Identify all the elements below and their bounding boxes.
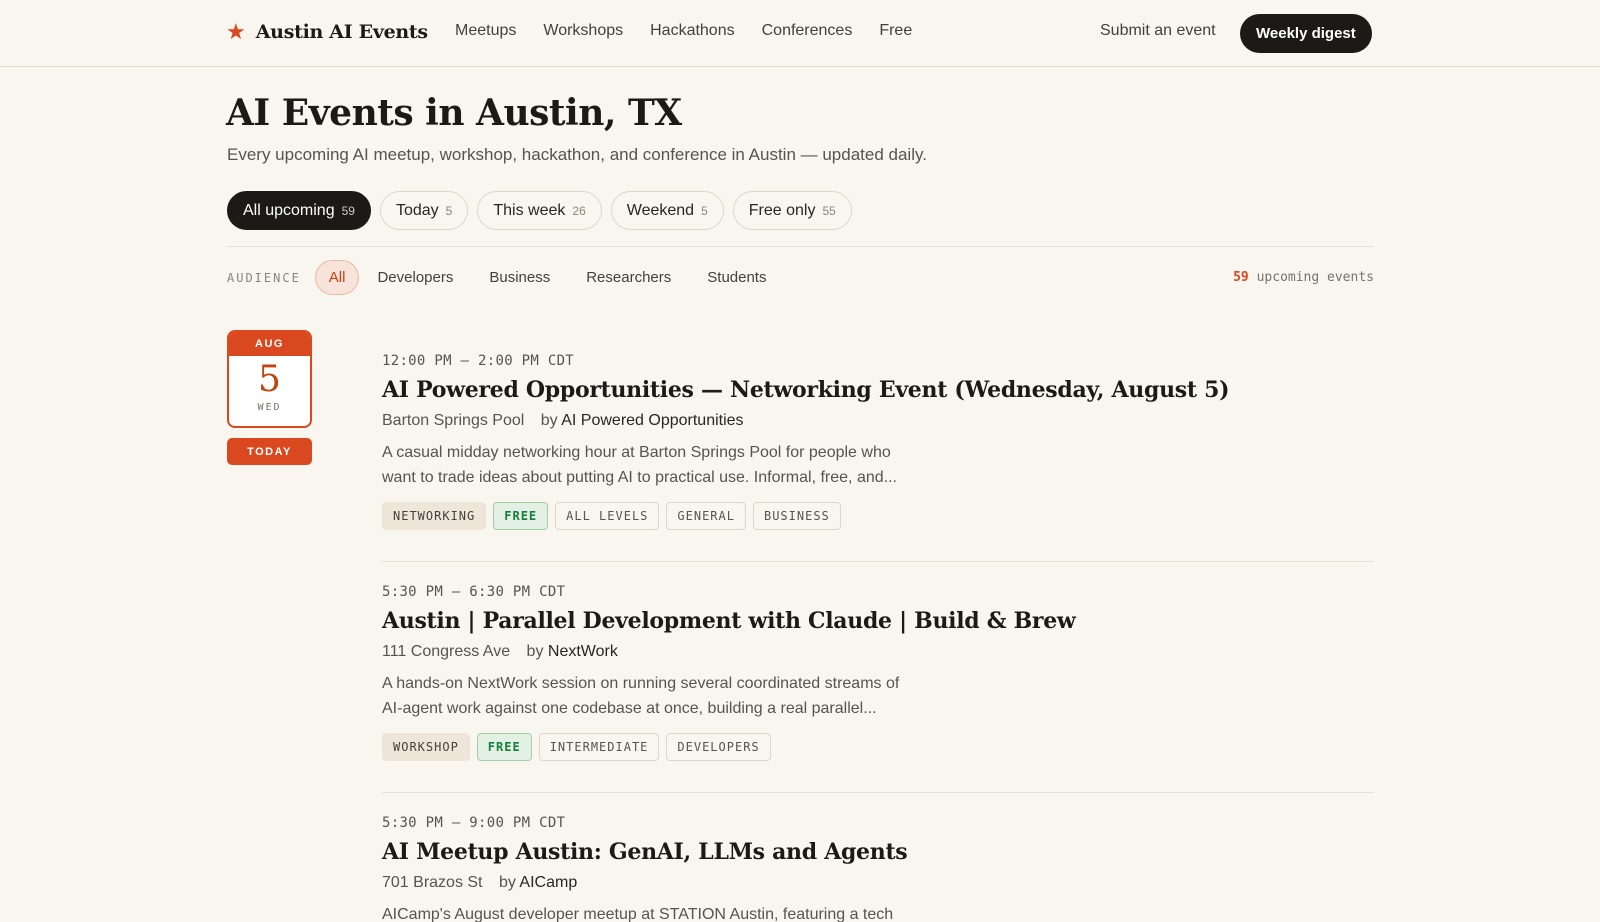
- tag-level: ALL LEVELS: [555, 502, 660, 530]
- nav-meetups[interactable]: Meetups: [455, 22, 516, 40]
- star-icon: ★: [226, 19, 246, 44]
- upcoming-count: 59 upcoming events: [1233, 270, 1374, 285]
- event-card[interactable]: 5:30 PM – 6:30 PM CDT Austin | Parallel …: [382, 584, 1374, 761]
- event-by: by: [498, 874, 516, 891]
- event-description-line: AICamp's August developer meetup at STAT…: [382, 906, 894, 922]
- page-title: AI Events in Austin, TX: [226, 92, 682, 134]
- audience-all[interactable]: All: [314, 260, 360, 295]
- filter-label: Free only: [748, 201, 816, 219]
- event-description: AICamp's August developer meetup at STAT…: [382, 902, 962, 922]
- audience-students[interactable]: Students: [689, 260, 784, 295]
- brand-name: Austin AI Events: [255, 21, 428, 43]
- nav-hackathons[interactable]: Hackathons: [650, 22, 735, 40]
- event-card[interactable]: 12:00 PM – 2:00 PM CDT AI Powered Opport…: [382, 353, 1374, 530]
- date-month: AUG: [229, 332, 310, 356]
- date-day: 5: [258, 359, 281, 400]
- filter-label: This week: [493, 201, 566, 219]
- time-filter-group: All upcoming 59 Today 5 This week 26 Wee…: [227, 191, 852, 230]
- submit-event-link[interactable]: Submit an event: [1100, 22, 1216, 40]
- filter-count: 5: [445, 203, 453, 218]
- event-title[interactable]: AI Meetup Austin: GenAI, LLMs and Agents: [382, 839, 1374, 865]
- page-subtitle: Every upcoming AI meetup, workshop, hack…: [227, 145, 927, 164]
- event-divider: [382, 792, 1374, 793]
- event-description-line: A casual midday networking hour at Barto…: [382, 444, 891, 461]
- event-venue: 701 Brazos St: [382, 874, 483, 891]
- tag-free: FREE: [493, 502, 549, 530]
- event-organizer: AI Powered Opportunities: [561, 412, 744, 429]
- brand-logo[interactable]: ★ Austin AI Events: [226, 20, 428, 44]
- section-divider: [227, 246, 1374, 247]
- audience-label: AUDIENCE: [227, 270, 301, 285]
- event-description-line: A hands-on NextWork session on running s…: [382, 675, 900, 692]
- event-description: A casual midday networking hour at Barto…: [382, 440, 962, 490]
- filter-today[interactable]: Today 5: [379, 191, 469, 230]
- audience-business[interactable]: Business: [471, 260, 568, 295]
- event-meta: 111 Congress Ave by NextWork: [382, 643, 1374, 661]
- event-title[interactable]: AI Powered Opportunities — Networking Ev…: [382, 377, 1374, 403]
- tag-free: FREE: [476, 733, 532, 761]
- event-time: 5:30 PM – 6:30 PM CDT: [382, 584, 566, 600]
- tag-audience: BUSINESS: [752, 502, 841, 530]
- event-meta: Barton Springs Pool by AI Powered Opport…: [382, 412, 1374, 430]
- filter-count: 59: [341, 203, 355, 218]
- date-weekday: WED: [257, 402, 282, 413]
- event-description: A hands-on NextWork session on running s…: [382, 671, 962, 721]
- event-divider: [382, 561, 1374, 562]
- event-venue: Barton Springs Pool: [382, 412, 525, 429]
- audience-researchers[interactable]: Researchers: [568, 260, 689, 295]
- filter-label: Today: [395, 201, 439, 219]
- nav-conferences[interactable]: Conferences: [762, 22, 853, 40]
- filter-count: 26: [572, 203, 586, 218]
- event-venue: 111 Congress Ave: [382, 643, 511, 660]
- event-time: 12:00 PM – 2:00 PM CDT: [382, 353, 575, 369]
- event-card[interactable]: 5:30 PM – 9:00 PM CDT AI Meetup Austin: …: [382, 815, 1374, 922]
- event-by: by: [540, 412, 558, 429]
- filter-count: 5: [701, 203, 708, 218]
- upcoming-count-suffix: upcoming events: [1256, 270, 1374, 285]
- upcoming-count-number: 59: [1233, 270, 1249, 285]
- event-organizer: AICamp: [519, 874, 578, 891]
- audience-filter: AUDIENCE All Developers Business Researc…: [227, 260, 784, 295]
- event-description-line: want to trade ideas about putting AI to …: [382, 469, 897, 486]
- weekly-digest-button[interactable]: Weekly digest: [1240, 14, 1372, 53]
- tag-topic: GENERAL: [666, 502, 746, 530]
- filter-weekend[interactable]: Weekend 5: [610, 191, 724, 230]
- filter-count: 55: [822, 203, 836, 218]
- today-badge: TODAY: [227, 438, 312, 465]
- event-meta: 701 Brazos St by AICamp: [382, 874, 1374, 892]
- audience-developers[interactable]: Developers: [359, 260, 471, 295]
- tag-event-type: WORKSHOP: [382, 733, 470, 761]
- filter-label: All upcoming: [243, 201, 335, 219]
- filter-free-only[interactable]: Free only 55: [732, 191, 852, 230]
- event-time: 5:30 PM – 9:00 PM CDT: [382, 815, 566, 831]
- tag-event-type: NETWORKING: [382, 502, 487, 530]
- filter-all-upcoming[interactable]: All upcoming 59: [227, 191, 371, 230]
- tag-level: INTERMEDIATE: [538, 733, 660, 761]
- site-header: ★ Austin AI Events Meetups Workshops Hac…: [0, 0, 1600, 67]
- event-description-line: AI-agent work against one codebase at on…: [382, 700, 877, 717]
- date-calendar-badge: AUG 5 WED: [227, 330, 312, 428]
- event-title[interactable]: Austin | Parallel Development with Claud…: [382, 608, 1374, 634]
- tag-audience: DEVELOPERS: [666, 733, 771, 761]
- filter-label: Weekend: [626, 201, 695, 219]
- event-tags: NETWORKING FREE ALL LEVELS GENERAL BUSIN…: [382, 502, 1374, 530]
- nav-workshops[interactable]: Workshops: [543, 22, 623, 40]
- main-nav: Meetups Workshops Hackathons Conferences…: [455, 22, 912, 40]
- filter-this-week[interactable]: This week 26: [477, 191, 602, 230]
- event-organizer: NextWork: [547, 643, 618, 660]
- event-by: by: [526, 643, 544, 660]
- nav-free[interactable]: Free: [879, 22, 912, 40]
- event-tags: WORKSHOP FREE INTERMEDIATE DEVELOPERS: [382, 733, 1374, 761]
